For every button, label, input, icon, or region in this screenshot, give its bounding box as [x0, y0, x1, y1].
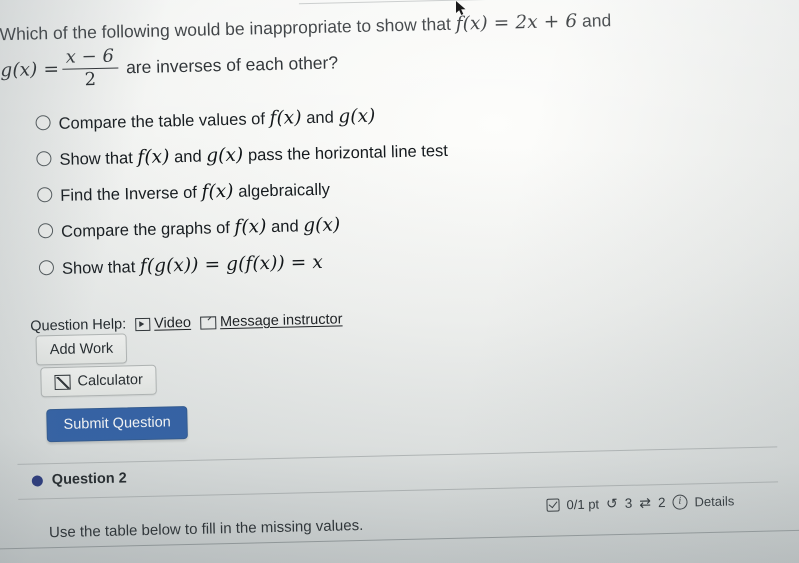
add-work-label: Add Work	[49, 340, 114, 359]
divider-question2-top	[17, 446, 778, 465]
function-f-expression: f(x) = 2x + 6	[455, 10, 578, 35]
option-4-math-1: f(x)	[234, 216, 267, 239]
g-fraction: x − 62	[62, 45, 119, 91]
calculator-pencil-icon	[54, 374, 71, 390]
option-row[interactable]: Show that f(g(x)) = g(f(x)) = x	[38, 241, 739, 280]
option-2-text-post: pass the horizontal line test	[247, 142, 449, 165]
g-numerator: x − 6	[65, 45, 115, 68]
question-help-label: Question Help:	[30, 316, 127, 335]
g-denominator: 2	[84, 68, 97, 91]
option-3-math-1: f(x)	[201, 181, 234, 203]
submit-question-label: Submit Question	[63, 414, 171, 433]
option-2-label: Show that f(x) and g(x) pass the horizon…	[59, 139, 448, 171]
calculator-label: Calculator	[77, 372, 144, 390]
option-2-math-2: g(x)	[205, 144, 244, 167]
option-1-text-pre: Compare the table values of	[58, 110, 266, 133]
option-4-math-2: g(x)	[303, 214, 341, 237]
screen-photo: 0/1 pt ↺ 3 ⇄ 2 Which of the following wo…	[0, 0, 799, 563]
question2-header: Question 2	[31, 470, 127, 489]
option-2-math-1: f(x)	[137, 146, 170, 169]
option-1-label: Compare the table values of f(x) and g(x…	[58, 105, 375, 135]
question1-stem: Which of the following would be inapprop…	[0, 4, 761, 93]
option-4-text-pre: Compare the graphs of	[60, 219, 231, 242]
submit-question-button[interactable]: Submit Question	[46, 405, 189, 443]
radio-button-option-4[interactable]	[37, 223, 54, 239]
question2-points-label: 0/1 pt	[566, 496, 600, 513]
option-1-text-mid: and	[306, 108, 334, 128]
question2-status-strip: 0/1 pt ↺ 3 ⇄ 2 i Details	[546, 492, 734, 513]
answer-options-list: Compare the table values of f(x) and g(x…	[35, 96, 739, 293]
option-3-text-post: algebraically	[238, 180, 331, 202]
option-4-text-mid: and	[270, 217, 299, 237]
option-5-label: Show that f(g(x)) = g(f(x)) = x	[62, 250, 323, 279]
swap-icon[interactable]: ⇄	[639, 494, 651, 511]
envelope-icon	[199, 315, 217, 330]
add-work-button[interactable]: Add Work	[35, 333, 128, 366]
option-5-text-pre: Show that	[61, 257, 136, 278]
function-g-name: g(x) =	[0, 58, 60, 81]
question2-title: Question 2	[51, 470, 127, 489]
option-5-math-1: f(g(x)) = g(f(x)) = x	[139, 251, 324, 277]
info-icon[interactable]: i	[672, 494, 688, 510]
retry-icon[interactable]: ↺	[606, 495, 618, 512]
option-1-math-1: f(x)	[269, 107, 302, 130]
option-row[interactable]: Compare the graphs of f(x) and g(x)	[37, 205, 738, 244]
radio-button-option-3[interactable]	[37, 187, 53, 203]
question2-retry-count: 3	[624, 495, 633, 511]
mouse-cursor-icon	[456, 1, 466, 15]
video-help-link[interactable]: Video	[135, 315, 191, 332]
radio-button-option-1[interactable]	[35, 115, 51, 131]
video-help-label: Video	[153, 314, 192, 332]
option-row[interactable]: Find the Inverse of f(x) algebraically	[37, 169, 737, 208]
stem-text-part1: Which of the following would be inapprop…	[0, 13, 452, 45]
question-help-row: Question Help: Video Message instructor	[30, 311, 343, 334]
option-3-text-pre: Find the Inverse of	[60, 183, 198, 206]
calculator-button[interactable]: Calculator	[40, 364, 158, 398]
option-row[interactable]: Compare the table values of f(x) and g(x…	[35, 96, 735, 135]
option-1-math-2: g(x)	[338, 105, 376, 128]
message-instructor-link[interactable]: Message instructor	[199, 311, 343, 331]
option-4-label: Compare the graphs of f(x) and g(x)	[61, 214, 341, 244]
play-icon	[135, 317, 151, 331]
question2-prompt: Use the table below to fill in the missi…	[48, 516, 364, 542]
radio-button-option-5[interactable]	[38, 259, 55, 275]
message-instructor-label: Message instructor	[219, 311, 343, 331]
stem-conjunction: and	[581, 10, 612, 31]
option-2-text-pre: Show that	[59, 149, 134, 169]
stem-text-part2: are inverses of each other?	[125, 52, 339, 78]
option-3-label: Find the Inverse of f(x) algebraically	[60, 178, 330, 207]
checkbox-icon	[546, 498, 560, 512]
question2-bullet-icon	[31, 474, 43, 487]
radio-button-option-2[interactable]	[36, 151, 52, 167]
details-label[interactable]: Details	[694, 493, 734, 509]
option-row[interactable]: Show that f(x) and g(x) pass the horizon…	[36, 132, 736, 171]
option-2-text-mid: and	[173, 147, 202, 167]
question2-swap-count: 2	[657, 494, 666, 511]
